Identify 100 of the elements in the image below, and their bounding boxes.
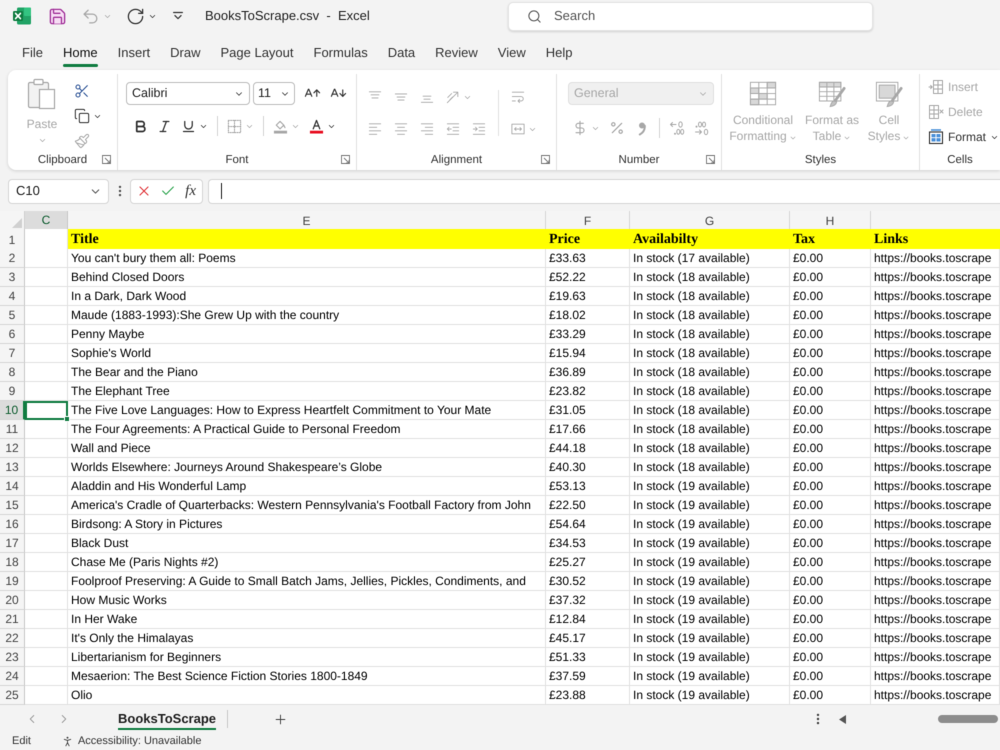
- table-cell: https://books.toscrape: [871, 534, 1000, 553]
- copy-icon[interactable]: [74, 108, 90, 124]
- column-header[interactable]: H: [790, 211, 871, 231]
- table-cell: The Bear and the Piano: [68, 363, 546, 382]
- row-header[interactable]: 24: [0, 667, 25, 686]
- row-header[interactable]: 12: [0, 439, 25, 458]
- row-header[interactable]: 15: [0, 496, 25, 515]
- cut-icon[interactable]: [74, 83, 90, 99]
- table-cell: In stock (19 available): [630, 477, 790, 496]
- row-header[interactable]: 13: [0, 458, 25, 477]
- row-header[interactable]: 5: [0, 306, 25, 325]
- dialog-launcher-icon[interactable]: [341, 155, 350, 164]
- row-header[interactable]: 4: [0, 287, 25, 306]
- table-cell: https://books.toscrape: [871, 325, 1000, 344]
- menu-tab[interactable]: Draw: [160, 38, 210, 68]
- font-color-icon[interactable]: [309, 118, 324, 134]
- table-cell: In stock (18 available): [630, 287, 790, 306]
- selected-cell[interactable]: [25, 401, 68, 420]
- table-cell: Worlds Elsewhere: Journeys Around Shakespeare’s Globe: [68, 458, 546, 477]
- group-label: Styles: [804, 153, 836, 167]
- dialog-launcher-icon[interactable]: [706, 155, 715, 164]
- italic-icon[interactable]: [157, 118, 172, 134]
- table-cell: In stock (19 available): [630, 553, 790, 572]
- row-header[interactable]: 17: [0, 534, 25, 553]
- table-cell: https://books.toscrape: [871, 344, 1000, 363]
- menu-tab[interactable]: Review: [425, 38, 488, 68]
- table-cell: In stock (18 available): [630, 458, 790, 477]
- menu-tab[interactable]: Page Layout: [210, 38, 304, 68]
- menu-tab[interactable]: Data: [378, 38, 426, 68]
- table-cell: In a Dark, Dark Wood: [68, 287, 546, 306]
- table-cell: In stock (18 available): [630, 382, 790, 401]
- row-header[interactable]: 18: [0, 553, 25, 572]
- column-header[interactable]: C: [25, 211, 68, 231]
- row-header[interactable]: 14: [0, 477, 25, 496]
- table-cell: In stock (19 available): [630, 629, 790, 648]
- column-header[interactable]: E: [68, 211, 546, 231]
- format-cells-icon[interactable]: [928, 129, 944, 145]
- table-cell: £37.59: [546, 667, 630, 686]
- row-header[interactable]: 23: [0, 648, 25, 667]
- bold-icon[interactable]: [133, 118, 148, 134]
- table-cell: £0.00: [790, 610, 871, 629]
- row-header[interactable]: 1: [0, 229, 25, 251]
- row-header[interactable]: 10: [0, 401, 25, 420]
- font-name-dropdown[interactable]: Calibri: [126, 82, 250, 105]
- insert-function-button[interactable]: fx: [184, 182, 197, 200]
- table-cell: £23.88: [546, 686, 630, 705]
- status-mode: Edit: [12, 734, 31, 750]
- menu-tab[interactable]: View: [488, 38, 536, 68]
- underline-icon[interactable]: [181, 118, 196, 134]
- row-header[interactable]: 16: [0, 515, 25, 534]
- column-header[interactable]: G: [630, 211, 790, 231]
- scroll-left-icon[interactable]: [839, 714, 846, 724]
- row-header[interactable]: 6: [0, 325, 25, 344]
- row-header[interactable]: 2: [0, 249, 25, 268]
- fill-handle-icon[interactable]: [64, 416, 70, 422]
- font-size-dropdown[interactable]: 11: [253, 82, 295, 105]
- column-header[interactable]: F: [546, 211, 630, 231]
- table-cell: https://books.toscrape: [871, 629, 1000, 648]
- menu-tab[interactable]: Insert: [108, 38, 160, 68]
- header-cell: Availabilty: [630, 229, 790, 251]
- table-cell: In stock (19 available): [630, 648, 790, 667]
- row-header[interactable]: 21: [0, 610, 25, 629]
- row-header[interactable]: 20: [0, 591, 25, 610]
- format-button[interactable]: Format: [928, 127, 1000, 147]
- table-cell: £34.53: [546, 534, 630, 553]
- search-field[interactable]: Search: [508, 2, 873, 30]
- row-header[interactable]: 9: [0, 382, 25, 401]
- accessibility-status[interactable]: Accessibility: Unavailable: [78, 733, 202, 750]
- table-cell: In stock (18 available): [630, 306, 790, 325]
- row-header[interactable]: 22: [0, 629, 25, 648]
- name-box[interactable]: C10: [8, 178, 109, 204]
- scrollbar-thumb[interactable]: [938, 715, 998, 723]
- app-logo-icon[interactable]: [12, 6, 32, 26]
- table-cell: £54.64: [546, 515, 630, 534]
- table-cell: £0.00: [790, 591, 871, 610]
- row-header[interactable]: 8: [0, 363, 25, 382]
- formula-input[interactable]: [208, 178, 1000, 204]
- row-header[interactable]: 7: [0, 344, 25, 363]
- dialog-launcher-icon[interactable]: [541, 155, 550, 164]
- menu-tab[interactable]: Formulas: [304, 38, 378, 68]
- save-icon[interactable]: [48, 6, 67, 26]
- row-header[interactable]: 3: [0, 268, 25, 287]
- table-cell: America's Cradle of Quarterbacks: Western Pennsylvania's Football Factory from John: [68, 496, 546, 515]
- sheet-tab[interactable]: BooksToScrape: [109, 705, 226, 733]
- dialog-launcher-icon[interactable]: [102, 155, 111, 164]
- table-cell: In stock (18 available): [630, 363, 790, 382]
- redo-icon[interactable]: [126, 6, 145, 26]
- table-cell: Penny Maybe: [68, 325, 546, 344]
- row-header[interactable]: 19: [0, 572, 25, 591]
- row-header[interactable]: 11: [0, 420, 25, 439]
- table-cell: https://books.toscrape: [871, 306, 1000, 325]
- add-sheet-icon[interactable]: [273, 712, 288, 726]
- menu-tab[interactable]: Home: [52, 38, 108, 68]
- table-cell: £23.82: [546, 382, 630, 401]
- menu-tab[interactable]: File: [12, 38, 53, 68]
- menu-tab[interactable]: Help: [536, 38, 582, 68]
- row-header[interactable]: 25: [0, 686, 25, 705]
- table-cell: In stock (19 available): [630, 515, 790, 534]
- table-cell: https://books.toscrape: [871, 686, 1000, 705]
- table-cell: £17.66: [546, 420, 630, 439]
